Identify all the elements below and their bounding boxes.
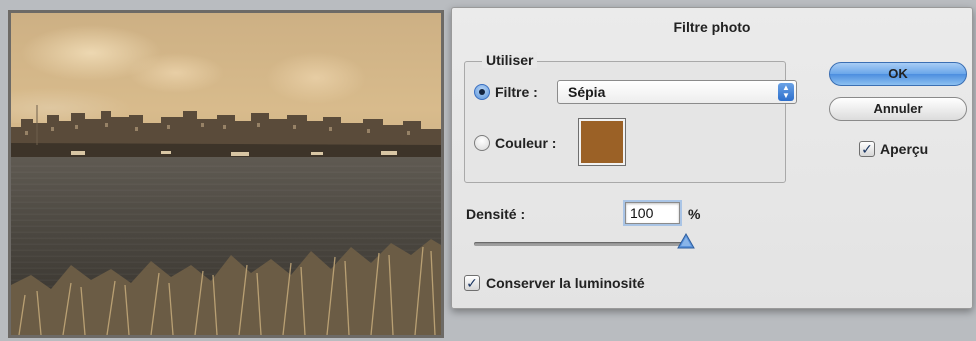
density-slider-track[interactable]: [474, 242, 688, 246]
preview-label: Aperçu: [880, 141, 929, 157]
preserve-luminosity-label: Conserver la luminosité: [486, 275, 645, 291]
photo-grass: [11, 239, 441, 335]
photo-preview-frame: [8, 10, 444, 338]
check-icon: ✓: [861, 141, 873, 157]
density-input[interactable]: 100: [625, 202, 680, 224]
color-swatch[interactable]: [578, 118, 626, 166]
filter-select-value: Sépia: [568, 84, 606, 100]
use-group-label: Utiliser: [482, 52, 538, 68]
color-radio[interactable]: [474, 135, 490, 151]
filter-radio[interactable]: [474, 84, 490, 100]
preview-checkbox[interactable]: ✓: [859, 141, 875, 157]
preserve-luminosity-checkbox[interactable]: ✓: [464, 275, 480, 291]
density-slider-thumb[interactable]: [676, 232, 696, 250]
updown-arrows-icon: ▲ ▼: [778, 83, 794, 101]
density-unit: %: [688, 206, 701, 222]
filter-label: Filtre :: [495, 84, 538, 100]
photo-town-skyline: [11, 105, 441, 161]
sepia-photo: [11, 13, 441, 335]
check-icon: ✓: [466, 275, 478, 291]
cancel-button[interactable]: Annuler: [829, 97, 967, 121]
filter-select[interactable]: Sépia ▲ ▼: [557, 80, 797, 104]
density-label: Densité :: [466, 206, 526, 222]
dialog-title: Filtre photo: [673, 19, 751, 35]
color-label: Couleur :: [495, 135, 557, 151]
ok-button[interactable]: OK: [829, 62, 967, 86]
